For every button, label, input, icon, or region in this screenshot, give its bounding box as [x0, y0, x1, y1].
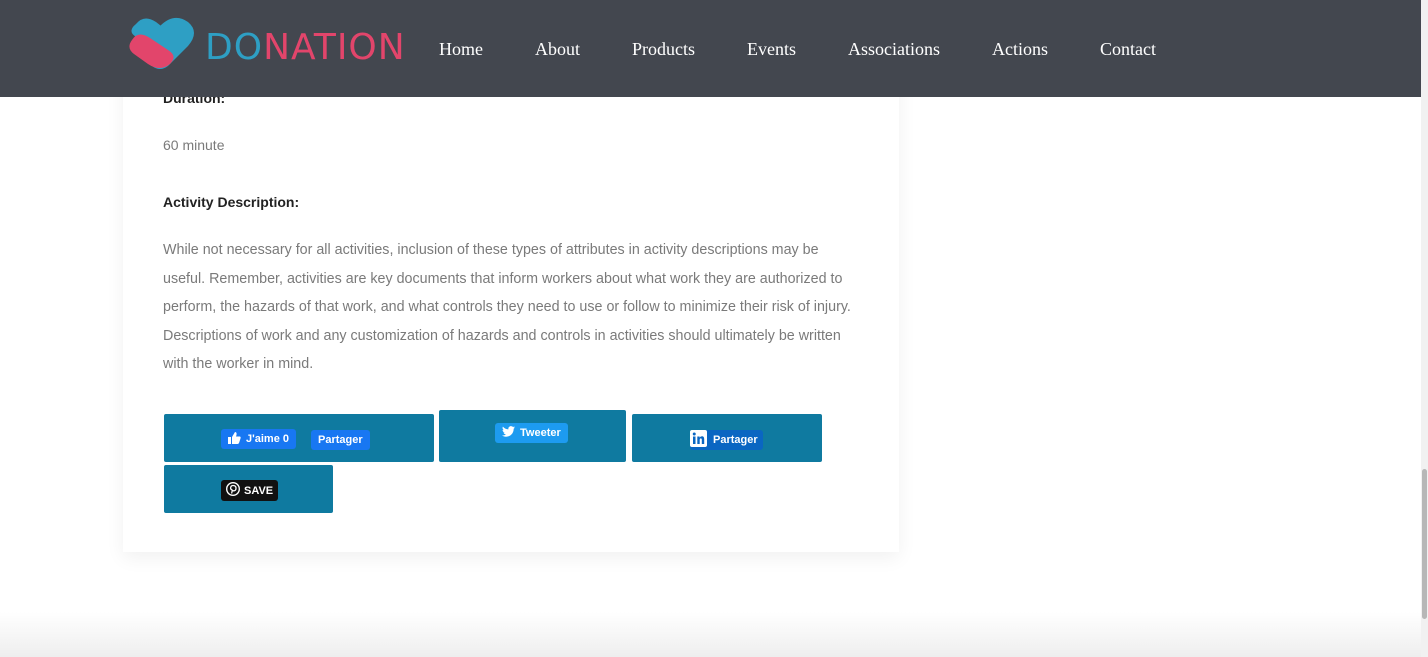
nav-events[interactable]: Events [747, 35, 796, 63]
facebook-share-label: Partager [318, 434, 363, 446]
facebook-like-button[interactable]: J'aime 0 [221, 429, 296, 449]
pinterest-icon [225, 481, 241, 499]
nav-products[interactable]: Products [632, 35, 695, 63]
site-header: DONATION Home About Products Events Asso… [0, 0, 1421, 97]
twitter-bird-icon [502, 426, 515, 440]
facebook-share-button[interactable]: Partager [311, 430, 370, 450]
page-bottom-shade [0, 612, 1421, 657]
linkedin-share-button[interactable]: Partager [690, 430, 763, 450]
logo-wordmark: DONATION [205, 26, 406, 70]
linkedin-icon [690, 430, 707, 450]
page: Duration: 60 minute Activity Description… [0, 0, 1428, 657]
activity-description-label: Activity Description: [163, 194, 300, 210]
twitter-tweet-button[interactable]: Tweeter [495, 423, 568, 443]
facebook-like-label: J'aime 0 [246, 433, 289, 445]
heart-icon [129, 17, 194, 69]
nav-about[interactable]: About [535, 35, 580, 63]
nav-associations[interactable]: Associations [848, 35, 940, 63]
linkedin-share-block: Partager [632, 414, 822, 462]
linkedin-share-label: Partager [713, 434, 758, 446]
site-logo[interactable]: DONATION [124, 16, 406, 76]
scrollbar-thumb[interactable] [1422, 469, 1427, 619]
nav-contact[interactable]: Contact [1100, 35, 1156, 63]
nav-actions[interactable]: Actions [992, 35, 1048, 63]
main-nav: Home About Products Events Associations … [439, 34, 1208, 64]
duration-value: 60 minute [163, 137, 225, 153]
twitter-tweet-label: Tweeter [520, 427, 561, 439]
logo-text-do: DO [205, 27, 264, 68]
pinterest-save-label: SAVE [244, 484, 274, 497]
twitter-share-block: Tweeter [439, 410, 626, 462]
pinterest-share-block: SAVE [164, 465, 333, 513]
thumbs-up-icon [228, 431, 241, 447]
activity-description-text: While not necessary for all activities, … [163, 242, 851, 372]
logo-text-nation: NATION [263, 27, 406, 68]
pinterest-save-button[interactable]: SAVE [221, 480, 279, 501]
nav-home[interactable]: Home [439, 35, 483, 63]
facebook-share-block: J'aime 0 Partager [164, 414, 434, 462]
